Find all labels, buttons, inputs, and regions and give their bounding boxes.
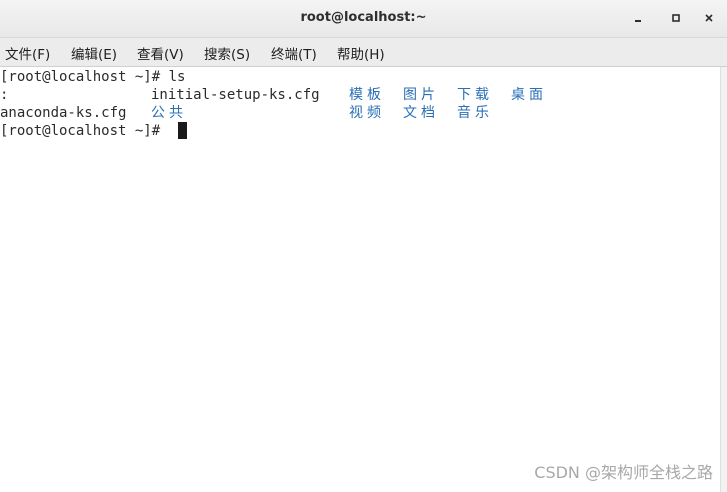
close-glyph: [705, 14, 713, 22]
dir-downloads: 下载: [457, 87, 493, 103]
terminal-line-command: [root@localhost ~]# ls: [0, 68, 185, 86]
window-titlebar[interactable]: root@localhost:~: [0, 0, 727, 38]
menu-file[interactable]: 文件(F): [5, 43, 50, 63]
minimize-icon[interactable]: [627, 8, 649, 30]
watermark: CSDN @架构师全栈之路: [534, 463, 713, 482]
dir-pictures: 图片: [403, 87, 439, 103]
prompt-text: [root@localhost ~]#: [0, 69, 169, 85]
menu-view[interactable]: 查看(V): [137, 43, 184, 63]
menu-bar: 文件(F) 编辑(E) 查看(V) 搜索(S) 终端(T) 帮助(H): [0, 38, 727, 67]
terminal-area[interactable]: [root@localhost ~]# ls : initial-setup-k…: [0, 67, 720, 492]
close-icon[interactable]: [698, 8, 720, 30]
file-initial-setup: initial-setup-ks.cfg: [151, 87, 320, 103]
dir-desktop: 桌面: [511, 87, 547, 103]
menu-search[interactable]: 搜索(S): [204, 43, 250, 63]
dir-public: 公共: [151, 105, 187, 121]
text-cursor: [178, 122, 187, 139]
terminal-line-prompt: [root@localhost ~]#: [0, 123, 169, 139]
minimize-glyph: [635, 20, 641, 22]
dir-music: 音乐: [457, 105, 493, 121]
menu-terminal[interactable]: 终端(T): [271, 43, 317, 63]
command-text: ls: [168, 69, 186, 85]
file-anaconda: anaconda-ks.cfg: [0, 105, 127, 121]
menu-help[interactable]: 帮助(H): [337, 43, 385, 63]
maximize-icon[interactable]: [665, 8, 687, 30]
terminal-scrollbar[interactable]: [720, 67, 727, 492]
menu-edit[interactable]: 编辑(E): [71, 43, 117, 63]
dir-documents: 文档: [403, 105, 439, 121]
dir-templates: 模板: [349, 87, 385, 103]
dir-videos: 视频: [349, 105, 385, 121]
maximize-glyph: [672, 14, 680, 22]
window-title: root@localhost:~: [300, 10, 427, 25]
left-fragment: :: [0, 87, 9, 103]
